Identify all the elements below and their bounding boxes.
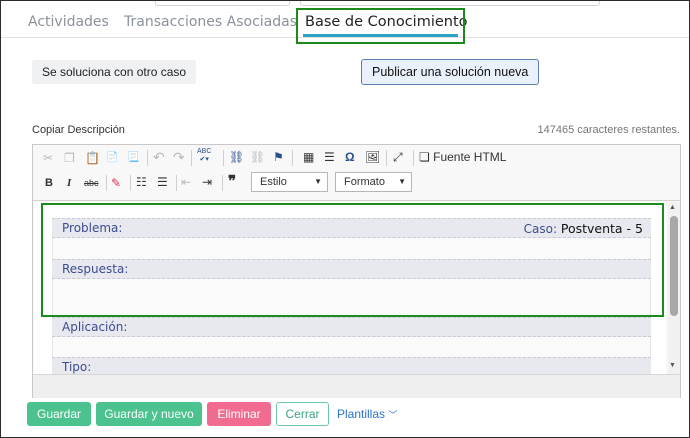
- templates-label: Plantillas: [337, 407, 386, 421]
- close-button[interactable]: Cerrar: [276, 402, 329, 426]
- toolbar-separator: [292, 150, 293, 166]
- strike-button[interactable]: abc: [84, 175, 99, 191]
- format-dropdown-label: Formato: [344, 176, 385, 188]
- tipo-label: Tipo:: [62, 360, 92, 374]
- toolbar-separator: [223, 150, 224, 166]
- chars-remaining: 147465 caracteres restantes.: [537, 124, 680, 136]
- paste-text-icon[interactable]: 📄: [106, 150, 118, 166]
- link-icon[interactable]: ⛓: [229, 149, 244, 165]
- source-icon: ❏: [419, 150, 430, 164]
- scroll-up-icon[interactable]: ▲: [669, 204, 676, 211]
- blockquote-icon[interactable]: ❞: [228, 174, 236, 190]
- chevron-down-icon: ﹀: [388, 410, 398, 420]
- save-button[interactable]: Guardar: [27, 402, 91, 426]
- delete-button[interactable]: Eliminar: [207, 402, 271, 426]
- anchor-icon[interactable]: ⚑: [273, 149, 284, 165]
- content-highlight-box: [41, 203, 664, 317]
- undo-icon[interactable]: ↶: [153, 149, 165, 165]
- chevron-down-icon: ▼: [314, 177, 322, 186]
- table-icon[interactable]: ▦: [303, 149, 314, 165]
- indent-icon[interactable]: ⇥: [202, 174, 212, 190]
- toolbar-separator: [130, 175, 131, 191]
- editor-scrollbar[interactable]: ▲ ▼: [668, 202, 680, 374]
- toolbar-separator: [176, 175, 177, 191]
- copy-description-label: Copiar Descripción: [32, 124, 125, 136]
- toolbar-separator: [191, 150, 192, 166]
- paste-word-icon[interactable]: 📃: [127, 150, 139, 166]
- spellcheck-icon[interactable]: ABC ✔▾: [197, 148, 211, 164]
- redo-icon[interactable]: ↷: [173, 149, 185, 165]
- cut-icon[interactable]: ✂: [43, 150, 53, 166]
- templates-dropdown[interactable]: Plantillas ﹀: [337, 402, 397, 427]
- format-dropdown[interactable]: Formato ▼: [335, 172, 412, 192]
- chevron-down-icon: ▼: [398, 177, 406, 186]
- aplicacion-section-header: Aplicación:: [52, 317, 651, 337]
- toolbar-separator: [106, 175, 107, 191]
- unlink-icon[interactable]: ⛓: [250, 149, 265, 165]
- publish-new-solution-button[interactable]: Publicar una solución nueva: [361, 59, 540, 85]
- numbered-list-icon[interactable]: ☷: [136, 174, 147, 190]
- other-case-button[interactable]: Se soluciona con otro caso: [32, 60, 197, 84]
- scroll-down-icon[interactable]: ▼: [669, 362, 676, 369]
- outdent-icon[interactable]: ⇤: [181, 174, 191, 190]
- style-dropdown-label: Estilo: [260, 176, 287, 188]
- aplicacion-section-body[interactable]: [52, 337, 651, 357]
- aplicacion-label: Aplicación:: [62, 320, 128, 334]
- tipo-section-header: Tipo:: [52, 357, 651, 374]
- source-html-label: Fuente HTML: [433, 150, 507, 164]
- toolbar-separator: [413, 150, 414, 166]
- maximize-icon[interactable]: ⤢: [393, 149, 403, 165]
- toolbar-separator: [147, 150, 148, 166]
- bold-button[interactable]: B: [45, 175, 53, 191]
- paste-icon[interactable]: 📋: [85, 150, 100, 166]
- style-dropdown[interactable]: Estilo ▼: [251, 172, 328, 192]
- toolbar-separator: [386, 150, 387, 166]
- italic-button[interactable]: I: [67, 175, 71, 191]
- toolbar-separator: [222, 175, 223, 191]
- remove-format-icon[interactable]: ✎: [111, 175, 121, 191]
- editor-statusbar: [33, 374, 680, 398]
- save-and-new-button[interactable]: Guardar y nuevo: [96, 402, 202, 426]
- tab-transacciones-asociadas[interactable]: Transacciones Asociadas: [124, 14, 297, 30]
- bulleted-list-icon[interactable]: ☰: [157, 174, 168, 190]
- copy-icon[interactable]: ❐: [64, 150, 75, 166]
- source-html-button[interactable]: ❏ Fuente HTML: [419, 149, 506, 165]
- tab-highlight-box: [296, 8, 465, 44]
- hr-icon[interactable]: ☰: [324, 149, 335, 165]
- scrollbar-thumb[interactable]: [670, 216, 678, 316]
- tab-actividades[interactable]: Actividades: [28, 14, 109, 30]
- image-icon[interactable]: 🖼: [365, 149, 380, 165]
- special-char-icon[interactable]: Ω: [345, 149, 355, 165]
- editor-toolbar: ✂ ❐ 📋 📄 📃 ↶ ↷ ABC ✔▾ ⛓ ⛓ ⚑ ▦ ☰ Ω 🖼 ⤢ ❏ Fu…: [33, 145, 680, 201]
